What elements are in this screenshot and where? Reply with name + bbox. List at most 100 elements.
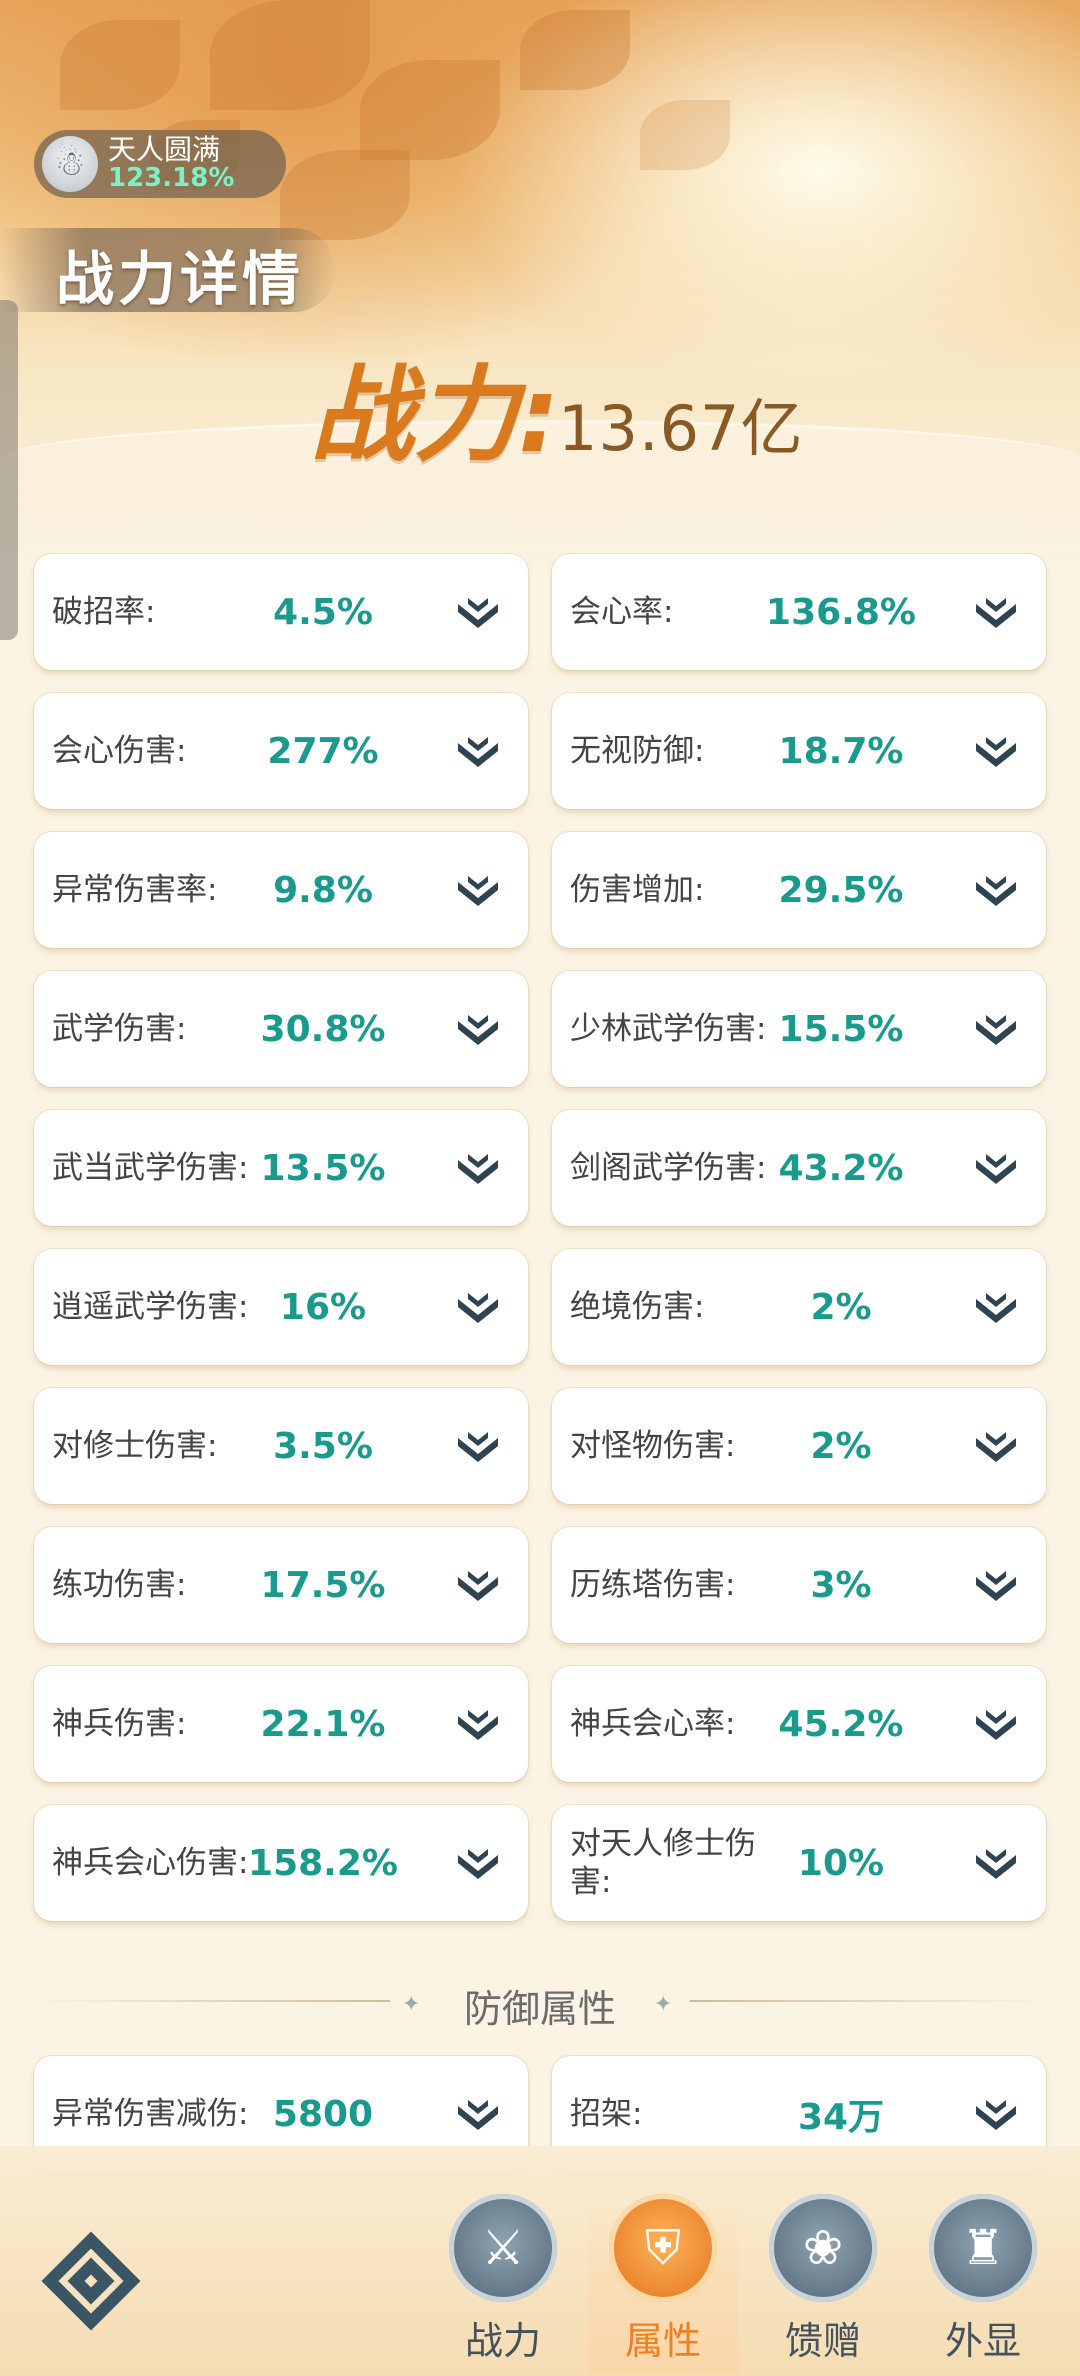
tab-label: 外显 <box>944 2319 1021 2363</box>
tab-gifts[interactable]: ❀ 馈赠 <box>748 2194 898 2374</box>
cultivator-avatar-icon: ☃ <box>42 136 98 192</box>
stat-label: 神兵伤害: <box>52 1706 187 1742</box>
stat-value: 2% <box>810 1425 872 1467</box>
stat-value: 4.5% <box>273 591 373 633</box>
tab-attributes[interactable]: ⛨ 属性 <box>588 2194 738 2374</box>
stat-value: 3.5% <box>273 1425 373 1467</box>
chevron-down-icon <box>976 598 1016 628</box>
stat-label: 对修士伤害: <box>52 1428 218 1464</box>
stat-label: 异常伤害率: <box>52 872 218 908</box>
stat-value: 9.8% <box>273 869 373 911</box>
chevron-down-icon <box>458 1154 498 1184</box>
stat-label: 神兵会心伤害: <box>52 1845 249 1881</box>
chevron-down-icon <box>976 1293 1016 1323</box>
stat-label: 武当武学伤害: <box>52 1150 249 1186</box>
chevron-down-icon <box>458 2100 498 2130</box>
chevron-down-icon <box>458 1015 498 1045</box>
defense-section-header: ✦ 防御属性 ✦ <box>34 1972 1046 2032</box>
stat-card[interactable]: 对天人修士伤害: 10% <box>552 1805 1046 1921</box>
realm-percent: 123.18% <box>108 163 235 193</box>
stat-card[interactable]: 神兵会心伤害: 158.2% <box>34 1805 528 1921</box>
stat-value: 22.1% <box>260 1703 386 1745</box>
stat-value: 29.5% <box>778 869 904 911</box>
stat-label: 会心率: <box>570 594 674 630</box>
chevron-down-icon <box>976 1849 1016 1879</box>
stat-label: 对天人修士伤害: <box>570 1826 756 1900</box>
side-drawer-handle[interactable] <box>0 300 18 640</box>
stat-card[interactable]: 练功伤害: 17.5% <box>34 1527 528 1643</box>
chevron-down-icon <box>458 598 498 628</box>
stat-label: 破招率: <box>52 594 156 630</box>
chevron-down-icon <box>458 1432 498 1462</box>
stat-card[interactable]: 异常伤害率: 9.8% <box>34 832 528 948</box>
stat-label: 无视防御: <box>570 733 705 769</box>
stat-value: 3% <box>810 1564 872 1606</box>
stat-label: 伤害增加: <box>570 872 705 908</box>
stat-label: 少林武学伤害: <box>570 1011 767 1047</box>
stat-card[interactable]: 少林武学伤害: 15.5% <box>552 971 1046 1087</box>
stat-value: 30.8% <box>260 1008 386 1050</box>
tab-power[interactable]: ⚔ 战力 <box>428 2194 578 2374</box>
stat-card[interactable]: 伤害增加: 29.5% <box>552 832 1046 948</box>
stat-value: 5800 <box>272 2093 374 2135</box>
page-title: 战力详情 <box>56 245 305 313</box>
realm-badge[interactable]: ☃ 天人圆满 123.18% <box>34 130 286 198</box>
chevron-down-icon <box>976 1154 1016 1184</box>
stat-value: 18.7% <box>778 730 904 772</box>
stat-label: 历练塔伤害: <box>570 1567 736 1603</box>
stat-card[interactable]: 神兵会心率: 45.2% <box>552 1666 1046 1782</box>
stat-value: 2% <box>810 1286 872 1328</box>
stat-card[interactable]: 剑阁武学伤害: 43.2% <box>552 1110 1046 1226</box>
chevron-down-icon <box>976 876 1016 906</box>
stat-value: 17.5% <box>260 1564 386 1606</box>
tab-label: 属性 <box>624 2319 701 2363</box>
stat-value: 13.5% <box>260 1147 386 1189</box>
chevron-down-icon <box>458 1710 498 1740</box>
shield-icon: ⛨ <box>609 2194 717 2302</box>
chevron-down-icon <box>458 1849 498 1879</box>
stat-value: 45.2% <box>778 1703 904 1745</box>
stat-card[interactable]: 武学伤害: 30.8% <box>34 971 528 1087</box>
stat-label: 练功伤害: <box>52 1567 187 1603</box>
stat-card[interactable]: 对怪物伤害: 2% <box>552 1388 1046 1504</box>
stat-label: 招架: <box>570 2096 643 2132</box>
castle-icon: ♜ <box>929 2194 1037 2302</box>
stat-card[interactable]: 无视防御: 18.7% <box>552 693 1046 809</box>
chevron-down-icon <box>458 1571 498 1601</box>
chevron-down-icon <box>976 1432 1016 1462</box>
tab-appearance[interactable]: ♜ 外显 <box>908 2194 1058 2374</box>
stat-label: 神兵会心率: <box>570 1706 736 1742</box>
stat-card[interactable]: 武当武学伤害: 13.5% <box>34 1110 528 1226</box>
chevron-down-icon <box>458 737 498 767</box>
power-label: 战力: <box>310 354 560 476</box>
stat-value: 158.2% <box>248 1842 398 1884</box>
stat-label: 对怪物伤害: <box>570 1428 736 1464</box>
stat-card[interactable]: 历练塔伤害: 3% <box>552 1527 1046 1643</box>
stat-card[interactable]: 会心率: 136.8% <box>552 554 1046 670</box>
chevron-down-icon <box>976 737 1016 767</box>
diamond-ornament-icon: ✦ <box>654 1992 673 2017</box>
chevron-down-icon <box>976 2100 1016 2130</box>
chevron-down-icon <box>458 876 498 906</box>
stat-value: 10% <box>797 1842 885 1884</box>
stat-card[interactable]: 会心伤害: 277% <box>34 693 528 809</box>
stat-card[interactable]: 绝境伤害: 2% <box>552 1249 1046 1365</box>
gift-bag-icon: ❀ <box>769 2194 877 2302</box>
bottom-nav: ⚔ 战力 ⛨ 属性 ❀ 馈赠 ♜ 外显 <box>0 2146 1080 2376</box>
game-logo-icon[interactable] <box>36 2226 146 2336</box>
tab-label: 战力 <box>464 2319 541 2363</box>
stat-label: 武学伤害: <box>52 1011 187 1047</box>
chevron-down-icon <box>976 1710 1016 1740</box>
stat-card[interactable]: 逍遥武学伤害: 16% <box>34 1249 528 1365</box>
chevron-down-icon <box>458 1293 498 1323</box>
stat-value: 43.2% <box>778 1147 904 1189</box>
stat-value: 34万 <box>797 2097 885 2138</box>
stat-value: 277% <box>267 730 379 772</box>
stat-card[interactable]: 对修士伤害: 3.5% <box>34 1388 528 1504</box>
stat-card[interactable]: 神兵伤害: 22.1% <box>34 1666 528 1782</box>
stat-label: 绝境伤害: <box>570 1289 705 1325</box>
stat-label: 会心伤害: <box>52 733 187 769</box>
stat-card[interactable]: 破招率: 4.5% <box>34 554 528 670</box>
stat-label: 逍遥武学伤害: <box>52 1289 249 1325</box>
stat-value: 16% <box>279 1286 367 1328</box>
